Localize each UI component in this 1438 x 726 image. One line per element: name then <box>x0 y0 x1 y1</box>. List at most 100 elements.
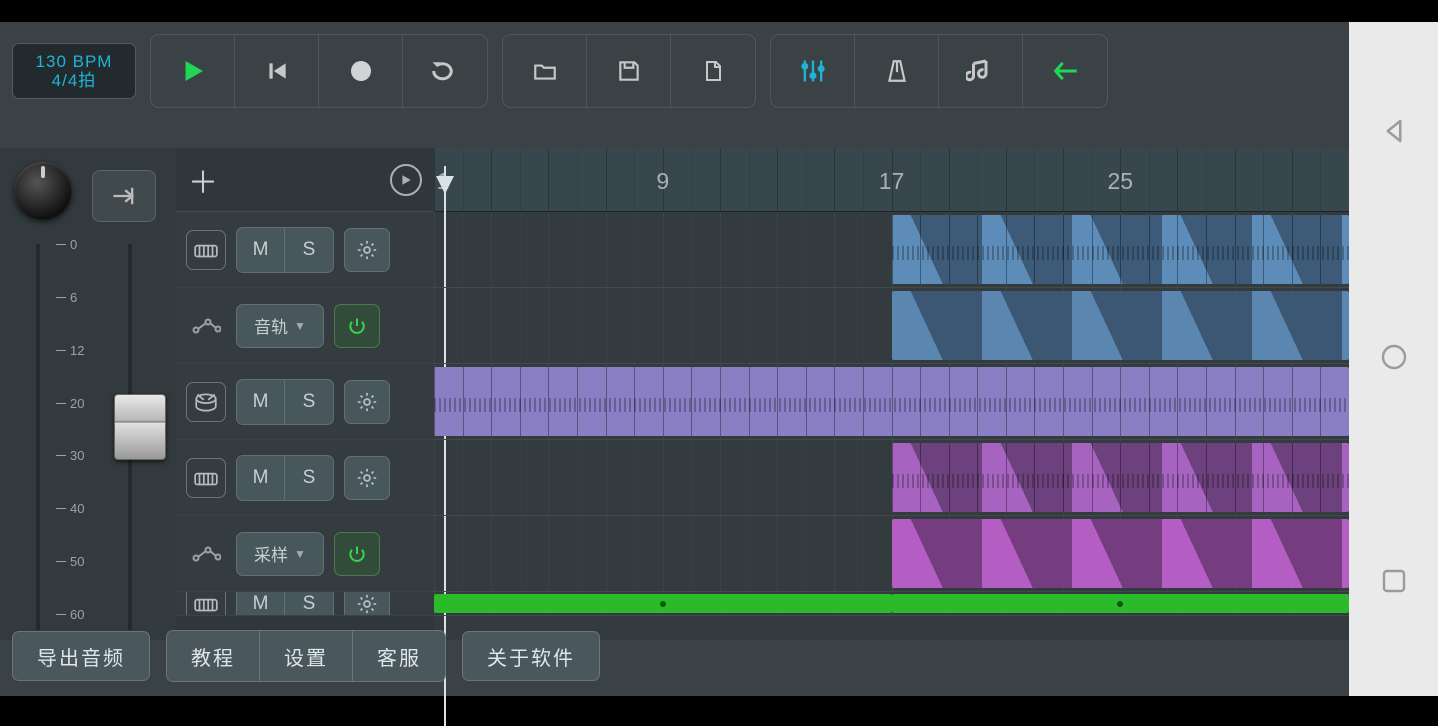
clip[interactable] <box>892 291 1350 360</box>
track-lane[interactable] <box>434 516 1349 592</box>
track-row[interactable]: MS <box>176 364 434 440</box>
nav-back-icon[interactable] <box>1379 116 1409 154</box>
bottom-bar: 导出音频 教程 设置 客服 关于软件 <box>12 630 1337 682</box>
scale-mark: 60 <box>56 614 66 615</box>
track-row[interactable]: MS <box>176 440 434 516</box>
loop-button[interactable] <box>403 35 487 107</box>
track-list: ＋ MS音轨▼MSMS采样▼MS <box>176 148 434 640</box>
fader-handle[interactable] <box>114 394 166 460</box>
quantize-button[interactable] <box>939 35 1023 107</box>
automation-power-button[interactable] <box>334 532 380 576</box>
track-type-icon[interactable] <box>186 458 226 498</box>
scale-mark: 0 <box>56 244 66 245</box>
system-nav-bar <box>1349 22 1438 696</box>
solo-button[interactable]: S <box>285 228 333 272</box>
track-type-icon[interactable] <box>186 382 226 422</box>
play-button[interactable] <box>151 35 235 107</box>
timeline-ruler[interactable]: 191725 <box>434 148 1349 212</box>
metronome-button[interactable] <box>855 35 939 107</box>
fader-scale: 0 6 12 20 30 40 50 60 <box>56 244 84 630</box>
clip[interactable] <box>434 367 1349 436</box>
playhead[interactable] <box>436 176 454 194</box>
solo-button[interactable]: S <box>285 456 333 500</box>
master-fader-area: 0 6 12 20 30 40 50 60 <box>8 244 168 630</box>
mute-button[interactable]: M <box>237 380 285 424</box>
track-lane[interactable] <box>434 364 1349 440</box>
automation-target-dropdown[interactable]: 音轨▼ <box>236 304 324 348</box>
track-lane[interactable] <box>434 592 1349 616</box>
pan-knob[interactable] <box>14 162 72 220</box>
support-button[interactable]: 客服 <box>353 631 445 681</box>
solo-button[interactable]: S <box>285 592 333 616</box>
route-button[interactable] <box>92 170 156 222</box>
master-panel: 0 6 12 20 30 40 50 60 <box>0 148 176 640</box>
arrangement-view[interactable]: 191725 <box>434 148 1349 640</box>
file-group <box>502 34 756 108</box>
track-type-icon[interactable] <box>186 592 226 616</box>
clip[interactable] <box>434 594 892 613</box>
scale-mark: 40 <box>56 508 66 509</box>
track-row[interactable]: 采样▼ <box>176 516 434 592</box>
track-lane[interactable] <box>434 212 1349 288</box>
toolbar: 130 BPM 4/4拍 <box>12 34 1337 108</box>
scale-mark: 12 <box>56 350 66 351</box>
tutorial-button[interactable]: 教程 <box>167 631 260 681</box>
nav-recent-icon[interactable] <box>1381 568 1407 602</box>
nav-home-icon[interactable] <box>1380 343 1408 379</box>
track-type-icon[interactable] <box>186 230 226 270</box>
play-all-button[interactable] <box>390 164 422 196</box>
track-settings-button[interactable] <box>344 228 390 272</box>
record-button[interactable] <box>319 35 403 107</box>
ruler-label: 9 <box>656 168 669 195</box>
ruler-label: 25 <box>1107 168 1133 195</box>
about-button[interactable]: 关于软件 <box>462 631 600 681</box>
track-lane[interactable] <box>434 440 1349 516</box>
tempo-display[interactable]: 130 BPM 4/4拍 <box>12 43 136 99</box>
export-audio-button[interactable]: 导出音频 <box>12 631 150 681</box>
automation-power-button[interactable] <box>334 304 380 348</box>
ruler-label: 17 <box>879 168 905 195</box>
automation-icon <box>186 306 226 346</box>
time-signature: 4/4拍 <box>52 71 97 90</box>
mixer-button[interactable] <box>771 35 855 107</box>
scale-mark: 30 <box>56 455 66 456</box>
mute-button[interactable]: M <box>237 592 285 616</box>
scale-mark: 6 <box>56 297 66 298</box>
transport-group <box>150 34 488 108</box>
track-settings-button[interactable] <box>344 456 390 500</box>
mute-solo-group: MS <box>236 592 334 616</box>
add-track-button[interactable]: ＋ <box>188 158 218 202</box>
track-list-header: ＋ <box>176 148 434 212</box>
open-folder-button[interactable] <box>503 35 587 107</box>
new-file-button[interactable] <box>671 35 755 107</box>
track-row[interactable]: 音轨▼ <box>176 288 434 364</box>
clip[interactable] <box>892 519 1350 588</box>
scale-mark: 20 <box>56 403 66 404</box>
clip[interactable] <box>892 594 1350 613</box>
save-button[interactable] <box>587 35 671 107</box>
mute-solo-group: MS <box>236 455 334 501</box>
track-row[interactable]: MS <box>176 212 434 288</box>
automation-target-dropdown[interactable]: 采样▼ <box>236 532 324 576</box>
mute-solo-group: MS <box>236 379 334 425</box>
mute-button[interactable]: M <box>237 456 285 500</box>
mute-button[interactable]: M <box>237 228 285 272</box>
track-lane[interactable] <box>434 288 1349 364</box>
mute-solo-group: MS <box>236 227 334 273</box>
tools-group <box>770 34 1108 108</box>
scale-mark: 50 <box>56 561 66 562</box>
track-row[interactable]: MS <box>176 592 434 616</box>
automation-icon <box>186 534 226 574</box>
clip[interactable] <box>892 443 1350 512</box>
help-group: 教程 设置 客服 <box>166 630 446 682</box>
meter-track-left <box>36 244 40 630</box>
track-settings-button[interactable] <box>344 592 390 616</box>
return-button[interactable] <box>1023 35 1107 107</box>
clip[interactable] <box>892 215 1350 284</box>
solo-button[interactable]: S <box>285 380 333 424</box>
bpm-value: 130 BPM <box>36 52 113 71</box>
fader-slot[interactable] <box>110 244 150 630</box>
track-settings-button[interactable] <box>344 380 390 424</box>
rewind-start-button[interactable] <box>235 35 319 107</box>
settings-button[interactable]: 设置 <box>260 631 353 681</box>
